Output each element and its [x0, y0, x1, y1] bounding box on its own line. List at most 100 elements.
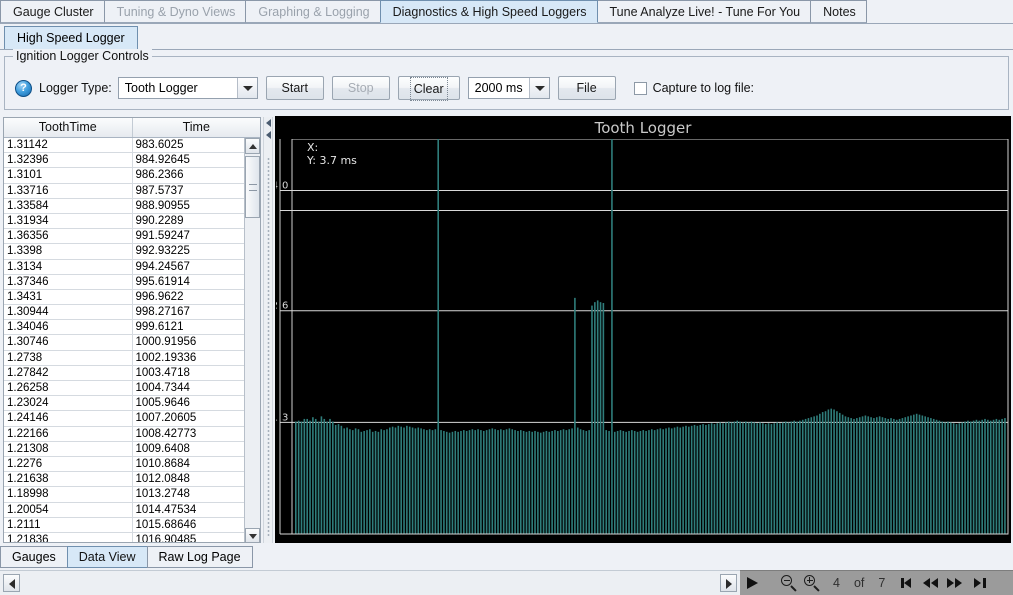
table-row[interactable]: 1.36356991.59247 [4, 229, 260, 244]
table-cell: 1.2738 [4, 351, 133, 365]
table-cell: 1.37346 [4, 275, 133, 289]
table-row[interactable]: 1.34046999.6121 [4, 320, 260, 335]
last-page-icon[interactable] [968, 573, 992, 593]
table-row[interactable]: 1.213081009.6408 [4, 442, 260, 457]
table-cell: 1.21836 [4, 533, 133, 543]
tooth-time-table[interactable]: ToothTimeTime 1.31142983.60251.32396984.… [3, 117, 261, 543]
table-cell: 992.93225 [133, 244, 261, 258]
bottom-tab-strip: GaugesData View Raw Log Page [0, 546, 272, 570]
tab-high-speed-logger[interactable]: High Speed Logger [4, 26, 138, 49]
table-row[interactable]: 1.218361016.90485 [4, 533, 260, 543]
table-row[interactable]: 1.37346995.61914 [4, 275, 260, 290]
table-row[interactable]: 1.31934990.2289 [4, 214, 260, 229]
tab-label: Graphing & Logging [258, 5, 369, 19]
tab-notes[interactable]: Notes [810, 0, 867, 23]
scroll-right-button[interactable] [720, 574, 737, 592]
sub-tab-strip: High Speed Logger [0, 24, 1013, 50]
split-pane-divider[interactable] [263, 117, 273, 543]
table-row[interactable]: 1.27381002.19336 [4, 351, 260, 366]
clear-button[interactable]: Clear [398, 76, 460, 100]
capture-to-log-file-checkbox[interactable] [634, 82, 647, 95]
collapse-left-icon[interactable] [265, 119, 273, 127]
table-row[interactable]: 1.33716987.5737 [4, 184, 260, 199]
bottom-tab-label: Raw Log Page [159, 550, 241, 564]
table-row[interactable]: 1.31142983.6025 [4, 138, 260, 153]
tooth-logger-chart[interactable]: Tooth Logger X: Y: 3.7 ms 402613 [275, 116, 1011, 543]
table-cell: 1.36356 [4, 229, 133, 243]
play-icon[interactable] [742, 573, 762, 593]
bottom-tab-raw-log-page[interactable]: Raw Log Page [147, 546, 253, 568]
scroll-left-button[interactable] [3, 574, 20, 592]
high-speed-logger-window: Gauge Cluster Tuning & Dyno Views Graphing… [0, 0, 1013, 595]
tab-tuning-dyno-views[interactable]: Tuning & Dyno Views [104, 0, 247, 23]
table-row[interactable]: 1.189981013.2748 [4, 487, 260, 502]
zoom-in-icon[interactable] [803, 574, 822, 593]
first-page-icon[interactable] [896, 573, 920, 593]
table-row[interactable]: 1.221661008.42773 [4, 427, 260, 442]
question-mark-icon[interactable]: ? [15, 80, 32, 97]
logger-type-value: Tooth Logger [119, 78, 237, 98]
table-row[interactable]: 1.262581004.7344 [4, 381, 260, 396]
table-row[interactable]: 1.278421003.4718 [4, 366, 260, 381]
capture-to-log-file-group[interactable]: Capture to log file: [634, 81, 760, 95]
table-row[interactable]: 1.230241005.9646 [4, 396, 260, 411]
start-button[interactable]: Start [266, 76, 324, 100]
table-row[interactable]: 1.200541014.47534 [4, 503, 260, 518]
interval-value: 2000 ms [469, 78, 529, 98]
page-current: 4 [833, 576, 840, 590]
table-cell: 983.6025 [133, 138, 261, 152]
table-row[interactable]: 1.32396984.92645 [4, 153, 260, 168]
table-row[interactable]: 1.33584988.90955 [4, 199, 260, 214]
table-row[interactable]: 1.3398992.93225 [4, 244, 260, 259]
table-header-row: ToothTimeTime [4, 118, 260, 138]
tab-gauge-cluster[interactable]: Gauge Cluster [0, 0, 105, 23]
table-row[interactable]: 1.3101986.2366 [4, 168, 260, 183]
scroll-down-button[interactable] [245, 528, 260, 543]
column-header[interactable]: ToothTime [4, 118, 133, 137]
horizontal-scrollbar[interactable] [0, 570, 740, 595]
table-row[interactable]: 1.241461007.20605 [4, 411, 260, 426]
collapse-right-icon[interactable] [265, 131, 273, 139]
table-row[interactable]: 1.21111015.68646 [4, 518, 260, 533]
table-cell: 1.26258 [4, 381, 133, 395]
bottom-tab-gauges[interactable]: Gauges [0, 546, 68, 568]
table-row[interactable]: 1.3431996.9622 [4, 290, 260, 305]
table-cell: 1002.19336 [133, 351, 261, 365]
table-row[interactable]: 1.307461000.91956 [4, 335, 260, 350]
table-row[interactable]: 1.30944998.27167 [4, 305, 260, 320]
bottom-tab-data-view[interactable]: Data View [67, 546, 148, 568]
table-cell: 987.5737 [133, 184, 261, 198]
stop-label: Stop [348, 81, 374, 95]
column-header[interactable]: Time [133, 118, 261, 137]
tab-graphing-logging[interactable]: Graphing & Logging [245, 0, 380, 23]
zoom-out-icon[interactable] [780, 574, 799, 593]
sub-tab-label: High Speed Logger [17, 31, 125, 45]
scroll-thumb[interactable] [245, 156, 260, 218]
table-cell: 1010.8684 [133, 457, 261, 471]
logger-type-select[interactable]: Tooth Logger [118, 77, 258, 99]
table-vertical-scrollbar[interactable] [244, 138, 260, 543]
interval-select[interactable]: 2000 ms [468, 77, 550, 99]
table-row[interactable]: 1.216381012.0848 [4, 472, 260, 487]
table-cell: 986.2366 [133, 168, 261, 182]
tab-label: Tuning & Dyno Views [117, 5, 236, 19]
tab-tune-analyze-live-tune-for-you[interactable]: Tune Analyze Live! - Tune For You [597, 0, 812, 23]
table-cell: 1.22166 [4, 427, 133, 441]
table-cell: 1.31934 [4, 214, 133, 228]
tab-diagnostics-high-speed-loggers[interactable]: Diagnostics & High Speed Loggers [380, 0, 598, 23]
next-page-icon[interactable] [944, 573, 968, 593]
tab-label: Tune Analyze Live! - Tune For You [610, 5, 801, 19]
scroll-up-button[interactable] [245, 138, 260, 154]
file-button[interactable]: File [558, 76, 616, 100]
table-body: 1.31142983.60251.32396984.926451.3101986… [4, 138, 260, 543]
table-cell: 1.3398 [4, 244, 133, 258]
table-row[interactable]: 1.22761010.8684 [4, 457, 260, 472]
table-cell: 1007.20605 [133, 411, 261, 425]
table-row[interactable]: 1.3134994.24567 [4, 260, 260, 275]
table-cell: 1.18998 [4, 487, 133, 501]
chevron-down-icon[interactable] [237, 78, 257, 98]
chart-navigation-bar: 4 of 7 [740, 570, 1013, 595]
table-cell: 998.27167 [133, 305, 261, 319]
chevron-down-icon[interactable] [529, 78, 549, 98]
previous-page-icon[interactable] [920, 573, 944, 593]
